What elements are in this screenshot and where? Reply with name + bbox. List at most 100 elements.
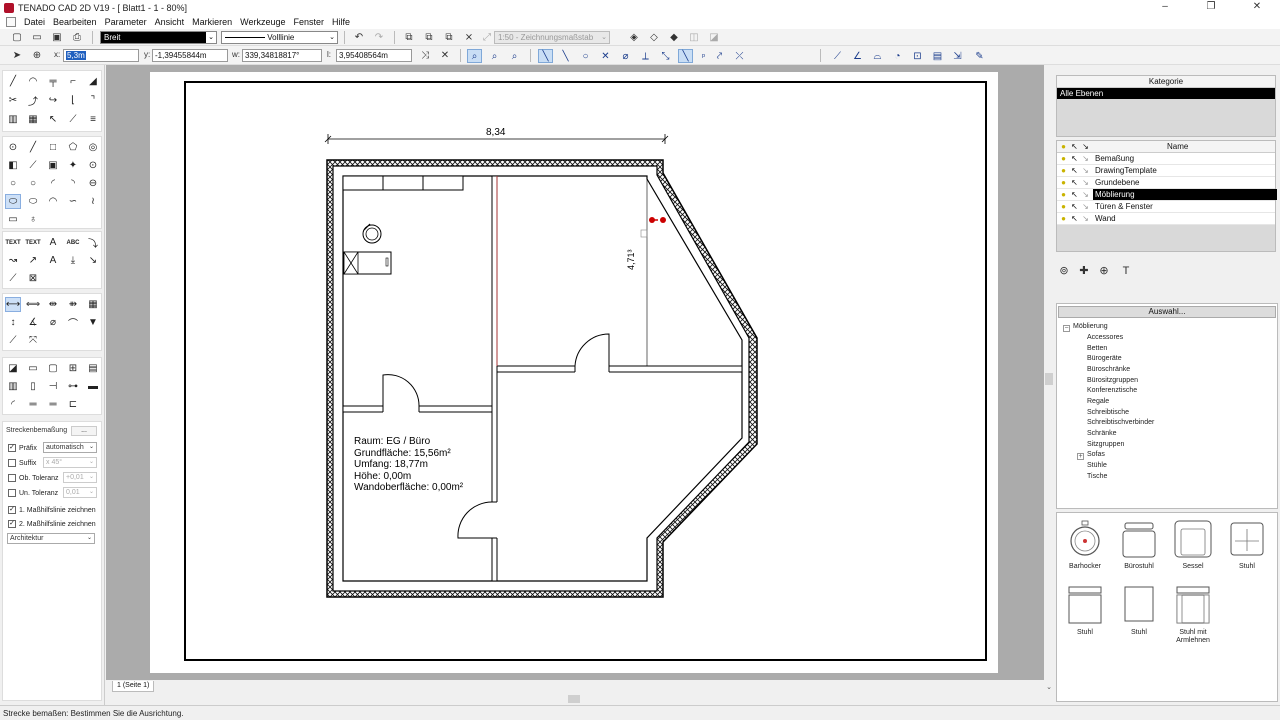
circle-2p-tool-icon[interactable]: ○ <box>25 176 41 191</box>
menu-parameter[interactable]: Parameter <box>101 17 151 27</box>
lock-pointer-icon[interactable]: ↖ <box>1070 178 1079 187</box>
level-dimension-tool-icon[interactable]: ▼ <box>85 315 101 330</box>
visibility-bulb-icon[interactable]: ● <box>1059 202 1068 211</box>
fillet-tool-icon[interactable]: ↪ <box>45 93 61 108</box>
spiral-tool-icon[interactable]: ◎ <box>85 140 101 155</box>
edit-pencil-icon[interactable]: ↘ <box>1081 202 1090 211</box>
zoom-icon[interactable]: ⌕ <box>487 49 502 63</box>
circle-center-tool-icon[interactable]: ⊙ <box>85 158 101 173</box>
layer-settings-icon[interactable]: ⊚ <box>1056 263 1072 279</box>
zoom-window-icon[interactable]: ⌕ <box>467 49 482 63</box>
wall-thick-tool-icon[interactable]: ▬ <box>85 379 101 394</box>
properties-more-button[interactable]: ... <box>71 426 97 436</box>
zoom-pan-icon[interactable]: ⌕ <box>507 49 522 63</box>
x-coordinate-input[interactable]: 5,3m <box>63 49 139 62</box>
tree-item[interactable]: Bürositzgruppen <box>1087 377 1138 384</box>
chamfer-tool-icon[interactable]: ⌐ <box>65 74 81 89</box>
dimension-grid-tool-icon[interactable]: ▦ <box>85 297 101 312</box>
arc-2p-tool-icon[interactable]: ◝ <box>65 176 81 191</box>
eyedropper-icon[interactable]: ✎ <box>972 49 987 63</box>
ordinate-dimension-tool-icon[interactable]: ⇻ <box>65 297 81 312</box>
visibility-bulb-icon[interactable]: ● <box>1059 214 1068 223</box>
duplicate-icon[interactable]: ⧉ <box>422 31 436 44</box>
bezier-tool-icon[interactable]: ∽ <box>65 194 81 209</box>
horizontal-scroll-thumb[interactable] <box>568 695 580 703</box>
vertical-scrollbar[interactable]: ⌄ <box>1044 65 1054 693</box>
abc-text-tool-icon[interactable]: ABC <box>65 235 81 250</box>
font-tool-icon[interactable]: A <box>45 235 61 250</box>
text-tool-icon[interactable]: TEXT <box>5 235 21 250</box>
window-tool-icon[interactable]: ▤ <box>85 361 101 376</box>
segment-tool-icon[interactable]: ╱ <box>25 140 41 155</box>
selection-button[interactable]: Auswahl... <box>1058 306 1276 318</box>
slope-tool-icon[interactable]: ⟋ <box>5 271 21 286</box>
measure-radius-icon[interactable]: ◔ <box>890 49 905 63</box>
layer-row[interactable]: ● ↖ ↘ DrawingTemplate <box>1057 165 1275 177</box>
leader-tool-icon[interactable]: ⤵ <box>85 235 101 250</box>
tree-item[interactable]: Büroschränke <box>1087 366 1130 373</box>
menu-markieren[interactable]: Markieren <box>188 17 236 27</box>
menu-datei[interactable]: Datei <box>20 17 49 27</box>
trim-tool-icon[interactable]: ✂ <box>5 93 21 108</box>
tree-item[interactable]: Betten <box>1087 345 1107 352</box>
snap-grid-icon[interactable]: ᵖ <box>696 49 711 63</box>
multiline-text-tool-icon[interactable]: TEXT <box>25 235 41 250</box>
close-button[interactable]: ✕ <box>1234 0 1280 15</box>
beam-tool-icon[interactable]: ⊣ <box>45 379 61 394</box>
document-icon[interactable] <box>6 17 16 27</box>
symbol-barhocker[interactable]: Barhocker <box>1059 519 1111 587</box>
bulb-tool-icon[interactable]: ♁ <box>25 212 41 227</box>
info-icon[interactable]: ⇲ <box>950 49 965 63</box>
y-coordinate-input[interactable]: -1,39455844m <box>152 49 228 62</box>
dimension-style-select[interactable]: Architektur ⌄ <box>7 533 95 544</box>
prefix-checkbox[interactable]: ✓ <box>8 444 16 452</box>
measure-angle-icon[interactable]: ∠ <box>850 49 865 63</box>
pen-width-select[interactable]: Breit ⌄ <box>100 31 217 44</box>
3d-surface-icon[interactable]: ◪ <box>707 31 721 44</box>
circle-tool-icon[interactable]: ○ <box>5 176 21 191</box>
edit-pencil-icon[interactable]: ↘ <box>1081 154 1090 163</box>
lines-tool-icon[interactable]: ≡ <box>85 112 101 127</box>
opening-tool-icon[interactable]: ⊞ <box>65 361 81 376</box>
baseline-dimension-tool-icon[interactable]: ⇹ <box>45 297 61 312</box>
symbol-buerostuhl[interactable]: Bürostuhl <box>1113 519 1165 587</box>
snap-midpoint-icon[interactable]: ╲ <box>558 49 573 63</box>
arc-3p-tool-icon[interactable]: ◜ <box>45 176 61 191</box>
snap-extension-icon[interactable]: ⤤ <box>712 49 727 63</box>
sill-tool-icon[interactable]: ═ <box>45 397 61 412</box>
restore-button[interactable]: ❐ <box>1188 0 1234 15</box>
scale-select[interactable]: 1:50 - Zeichnungsmaßstab ⌄ <box>494 31 610 44</box>
ellipse-tool-icon[interactable]: ⬭ <box>5 194 21 209</box>
triangle-tool-icon[interactable]: ◢ <box>85 74 101 89</box>
linear-dimension-tool-icon[interactable]: ⟷ <box>5 297 21 312</box>
extend-tool-icon[interactable]: ⤴ <box>25 93 41 108</box>
area-dimension-tool-icon[interactable]: ⤧ <box>25 333 41 348</box>
add-point-icon[interactable]: ⊕ <box>30 49 44 62</box>
line-tool-icon[interactable]: ╱ <box>5 74 21 89</box>
symbol-stuhl-3[interactable]: Stuhl <box>1113 585 1165 653</box>
ellipse-arc-tool-icon[interactable]: ◠ <box>45 194 61 209</box>
drawing-sheet[interactable]: 8,34 4,71³ Raum: EG / Büro Grundfläche: … <box>150 72 998 673</box>
prefix-select[interactable]: automatisch ⌄ <box>43 442 97 453</box>
upper-tolerance-checkbox[interactable] <box>8 474 16 482</box>
tree-root-moeblierung[interactable]: Möblierung <box>1073 323 1108 330</box>
fill-tool-icon[interactable]: ◧ <box>5 158 21 173</box>
scale-tool-icon[interactable]: ⤢ <box>480 31 494 44</box>
paste-icon[interactable]: ⧉ <box>442 31 456 44</box>
measure-distance-icon[interactable]: ⟋ <box>830 49 845 63</box>
lower-tolerance-select[interactable]: 0,01 ⌄ <box>63 487 97 498</box>
menu-hilfe[interactable]: Hilfe <box>328 17 354 27</box>
snap-nearest-icon[interactable]: ⤡ <box>658 49 673 63</box>
wall-fill-tool-icon[interactable]: ◪ <box>5 361 21 376</box>
print-icon[interactable]: ⎙ <box>70 31 84 44</box>
layer-group-icon[interactable]: ⊕ <box>1096 263 1112 279</box>
frame-text-tool-icon[interactable]: ⊠ <box>25 271 41 286</box>
edit-pencil-icon[interactable]: ↘ <box>1081 190 1090 199</box>
line-type-select[interactable]: Volllinie ⌄ <box>221 31 338 44</box>
rectangle-tool-icon[interactable]: □ <box>45 140 61 155</box>
symbol-stuhl-1[interactable]: Stuhl <box>1221 519 1273 587</box>
visibility-bulb-icon[interactable]: ● <box>1059 178 1068 187</box>
symbol-stuhl-2[interactable]: Stuhl <box>1059 585 1111 653</box>
visibility-bulb-icon[interactable]: ● <box>1059 154 1068 163</box>
door-tool-icon[interactable]: ◜ <box>5 397 21 412</box>
